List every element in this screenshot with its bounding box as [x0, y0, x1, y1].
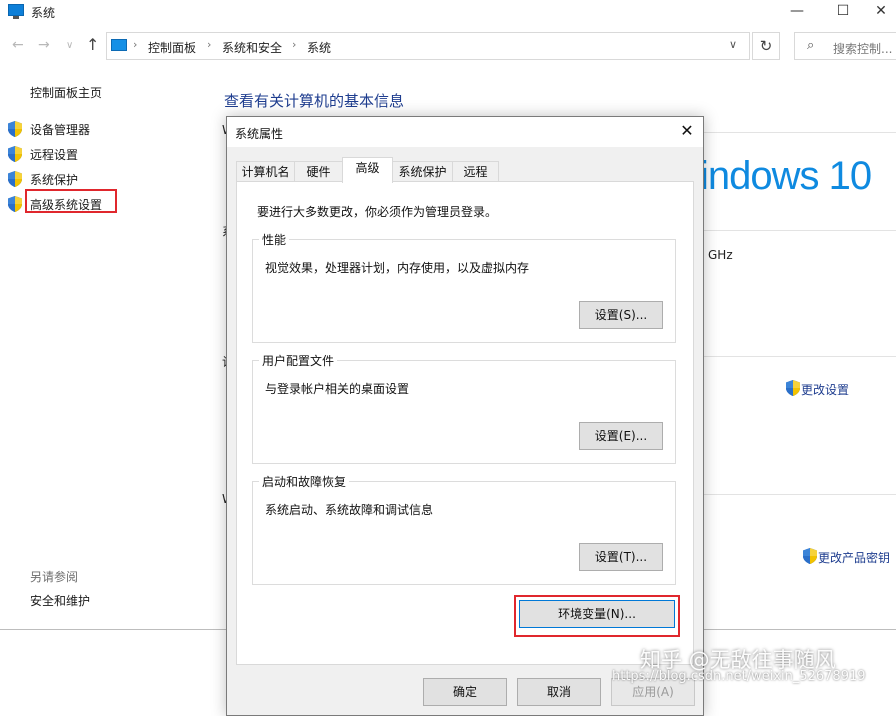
minimize-button[interactable]: — — [774, 0, 820, 24]
sidebar-item-label: 设备管理器 — [30, 123, 91, 137]
see-also-heading: 另请参阅 — [30, 570, 79, 584]
advanced-tab-panel: 要进行大多数更改，你必须作为管理员登录。 性能 视觉效果，处理器计划，内存使用，… — [236, 181, 694, 665]
group-description: 视觉效果，处理器计划，内存使用，以及虚拟内存 — [265, 261, 530, 275]
control-panel-home-link[interactable]: 控制面板主页 — [30, 84, 102, 101]
section-divider — [700, 230, 896, 231]
search-input[interactable]: ⌕ 搜索控制... — [794, 32, 896, 60]
up-arrow-icon[interactable]: ↑ — [86, 35, 99, 54]
breadcrumb-separator-icon[interactable]: › — [292, 38, 296, 51]
page-title: 查看有关计算机的基本信息 — [224, 92, 405, 110]
tab-advanced[interactable]: 高级 — [342, 157, 393, 183]
section-divider — [700, 356, 896, 357]
change-product-key-label: 更改产品密钥 — [818, 551, 891, 565]
dialog-close-icon[interactable]: ✕ — [675, 121, 699, 143]
tab-system-protection[interactable]: 系统保护 — [392, 161, 453, 183]
watermark-url: https://blog.csdn.net/weixin_52678919 — [612, 669, 866, 684]
breadcrumb-separator-icon[interactable]: › — [207, 38, 211, 51]
environment-variables-button[interactable]: 环境变量(N)... — [519, 600, 675, 628]
sidebar-item-advanced-system-settings[interactable]: 高级系统设置 — [8, 189, 208, 215]
group-title: 用户配置文件 — [259, 352, 338, 369]
section-divider — [700, 494, 896, 495]
breadcrumb-system[interactable]: 系统 — [307, 39, 331, 56]
dialog-titlebar: 系统属性 ✕ — [227, 117, 703, 147]
forward-arrow-icon[interactable]: → — [38, 37, 50, 53]
group-description: 与登录帐户相关的桌面设置 — [265, 382, 410, 396]
uac-shield-icon — [8, 196, 22, 212]
close-window-button[interactable]: ✕ — [866, 0, 896, 24]
section-divider — [700, 132, 896, 133]
user-profiles-group: 用户配置文件 与登录帐户相关的桌面设置 设置(E)... — [252, 352, 676, 464]
breadcrumb-system-security[interactable]: 系统和安全 — [222, 39, 282, 56]
tab-computer-name[interactable]: 计算机名 — [236, 161, 295, 183]
startup-recovery-group: 启动和故障恢复 系统启动、系统故障和调试信息 设置(T)... — [252, 473, 676, 585]
user-profiles-settings-button[interactable]: 设置(E)... — [579, 422, 663, 450]
group-title: 性能 — [259, 231, 290, 248]
uac-shield-icon — [803, 548, 817, 564]
sidebar-item-device-manager[interactable]: 设备管理器 — [8, 118, 208, 140]
tab-hardware[interactable]: 硬件 — [294, 161, 343, 183]
maximize-button[interactable]: ☐ — [820, 0, 866, 24]
cancel-button[interactable]: 取消 — [517, 678, 601, 706]
search-icon: ⌕ — [807, 38, 815, 53]
navigation-bar: ← → ∨ ↑ › 控制面板 › 系统和安全 › 系统 ∨ ↻ ⌕ 搜索控制..… — [0, 28, 896, 64]
uac-shield-icon — [786, 380, 800, 396]
startup-recovery-settings-button[interactable]: 设置(T)... — [579, 543, 663, 571]
uac-shield-icon — [8, 146, 22, 162]
search-placeholder: 搜索控制... — [833, 42, 893, 56]
performance-settings-button[interactable]: 设置(S)... — [579, 301, 663, 329]
refresh-icon[interactable]: ↻ — [752, 32, 780, 60]
performance-group: 性能 视觉效果，处理器计划，内存使用，以及虚拟内存 设置(S)... — [252, 231, 676, 343]
sidebar-item-remote-settings[interactable]: 远程设置 — [8, 143, 208, 165]
security-maintenance-link[interactable]: 安全和维护 — [30, 592, 90, 609]
group-title: 启动和故障恢复 — [259, 473, 350, 490]
uac-shield-icon — [8, 171, 22, 187]
change-settings-label: 更改设置 — [801, 383, 850, 397]
breadcrumb-control-panel[interactable]: 控制面板 — [148, 39, 196, 56]
sidebar-item-label: 系统保护 — [30, 173, 79, 187]
address-bar[interactable]: › 控制面板 › 系统和安全 › 系统 ∨ — [106, 32, 750, 60]
system-computer-icon — [8, 4, 24, 19]
group-description: 系统启动、系统故障和调试信息 — [265, 503, 434, 517]
annotation-highlight-box — [25, 189, 117, 213]
windows-10-logo: indows 10 — [700, 154, 872, 198]
uac-shield-icon — [8, 121, 22, 137]
admin-notice-text: 要进行大多数更改，你必须作为管理员登录。 — [257, 205, 498, 219]
address-dropdown-icon[interactable]: ∨ — [729, 38, 737, 51]
sidebar-item-system-protection[interactable]: 系统保护 — [8, 168, 208, 190]
processor-speed-text: GHz — [708, 248, 733, 262]
tab-remote[interactable]: 远程 — [452, 161, 499, 183]
sidebar-item-label: 远程设置 — [30, 148, 79, 162]
left-nav-pane: 控制面板主页 设备管理器 远程设置 系统保护 高级系统设置 另请参阅 安全和维护 — [0, 64, 220, 624]
window-title: 系统 — [31, 6, 56, 20]
system-properties-dialog: 系统属性 ✕ 计算机名 硬件 高级 系统保护 远程 要进行大多数更改，你必须作为… — [226, 116, 704, 716]
back-arrow-icon[interactable]: ← — [12, 37, 24, 53]
recent-locations-chevron-icon[interactable]: ∨ — [66, 40, 73, 51]
ok-button[interactable]: 确定 — [423, 678, 507, 706]
dialog-title: 系统属性 — [235, 127, 284, 141]
window-titlebar: 系统 — ☐ ✕ — [0, 0, 896, 24]
breadcrumb-separator-icon[interactable]: › — [133, 38, 137, 51]
control-panel-icon — [111, 39, 127, 51]
